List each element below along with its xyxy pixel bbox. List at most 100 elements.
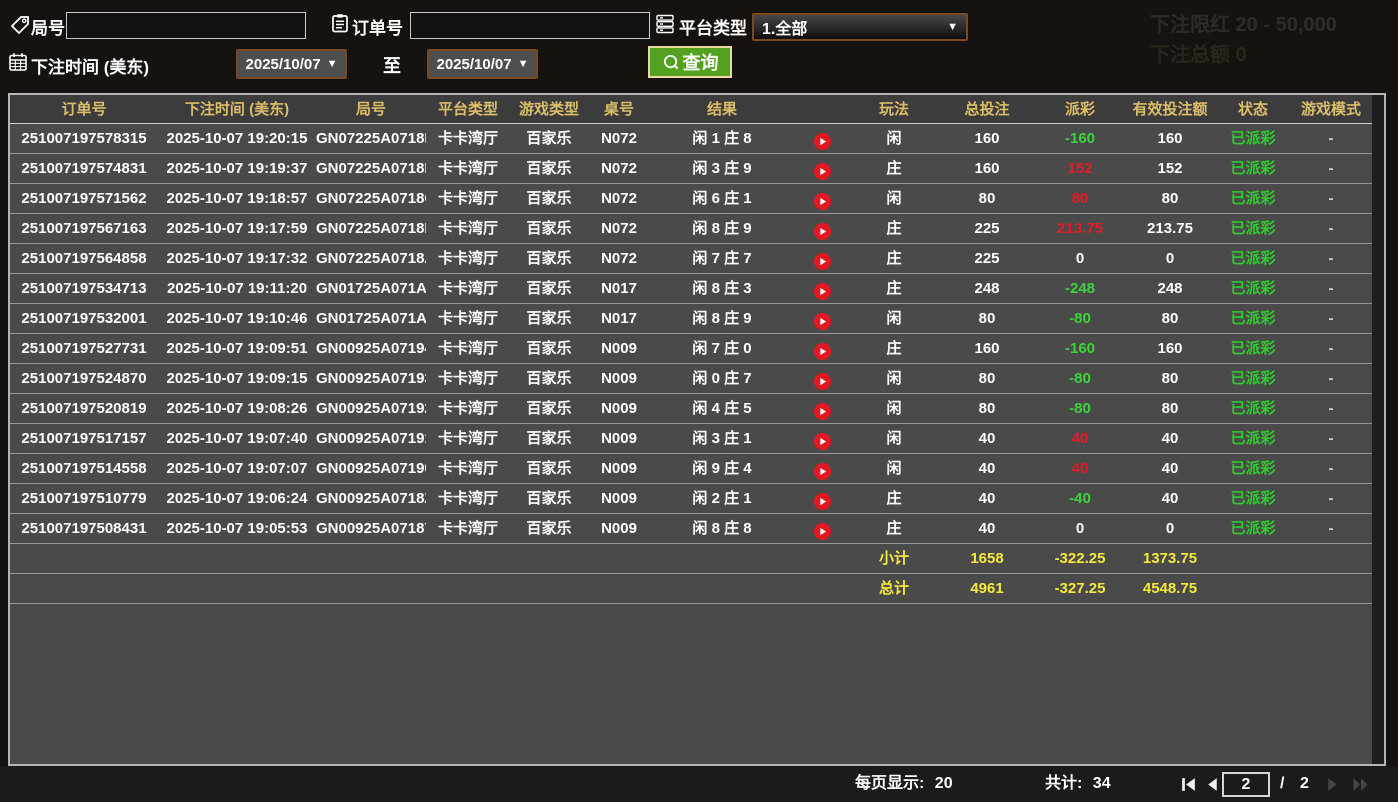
next-page-button[interactable] <box>1324 776 1341 793</box>
replay-icon[interactable] <box>814 371 831 388</box>
replay-cell <box>794 154 850 183</box>
current-page-input[interactable] <box>1222 772 1270 797</box>
round-id-input[interactable] <box>66 12 306 39</box>
order-id-input[interactable] <box>410 12 650 39</box>
bet-time-cell: 2025-10-07 19:07:07 <box>158 454 316 483</box>
table-header-row: 订单号下注时间 (美东)局号平台类型游戏类型桌号结果玩法总投注派彩有效投注额状态… <box>10 95 1372 124</box>
column-header: 派彩 <box>1036 95 1124 124</box>
valid-bet-cell: 40 <box>1124 454 1216 483</box>
platform-cell: 卡卡湾厅 <box>426 214 510 243</box>
replay-cell <box>794 304 850 333</box>
replay-icon[interactable] <box>814 221 831 238</box>
scrollbar-track[interactable] <box>1372 95 1384 764</box>
status-cell: 已派彩 <box>1216 184 1290 213</box>
replay-icon[interactable] <box>814 431 831 448</box>
order-id-cell: 251007197508431 <box>10 514 158 543</box>
replay-icon[interactable] <box>814 461 831 478</box>
platform-type-select[interactable]: 1.全部 ▼ <box>752 13 968 41</box>
game-type-cell: 百家乐 <box>510 244 588 273</box>
first-page-button[interactable] <box>1180 776 1197 793</box>
previous-page-button[interactable] <box>1204 776 1221 793</box>
round-id-cell: GN00925A07192 <box>316 394 426 423</box>
payout-cell: -80 <box>1036 304 1124 333</box>
replay-icon[interactable] <box>814 161 831 178</box>
play-cell: 闲 <box>850 424 938 453</box>
replay-icon[interactable] <box>814 401 831 418</box>
column-header: 游戏模式 <box>1290 95 1372 124</box>
platform-cell: 卡卡湾厅 <box>426 484 510 513</box>
replay-icon[interactable] <box>814 341 831 358</box>
result-cell: 闲 3 庄 1 <box>650 424 794 453</box>
replay-icon[interactable] <box>814 191 831 208</box>
bet-time-cell: 2025-10-07 19:06:24 <box>158 484 316 513</box>
replay-icon[interactable] <box>814 521 831 538</box>
bet-time-cell: 2025-10-07 19:09:15 <box>158 364 316 393</box>
order-id-cell: 251007197510779 <box>10 484 158 513</box>
status-cell: 已派彩 <box>1216 424 1290 453</box>
column-header: 局号 <box>316 95 426 124</box>
date-from-value: 2025/10/07 <box>246 56 321 73</box>
table-no-cell: N072 <box>588 214 650 243</box>
replay-icon[interactable] <box>814 491 831 508</box>
order-history-screen: 下注限红 20 - 50,000 下注总额 0 局号 订单号 平台类型 1.全部… <box>0 0 1398 802</box>
table-no-cell: N072 <box>588 244 650 273</box>
table-row: 2510071975171572025-10-07 19:07:40GN0092… <box>10 424 1372 454</box>
table-row: 2510071975107792025-10-07 19:06:24GN0092… <box>10 484 1372 514</box>
game-type-cell: 百家乐 <box>510 184 588 213</box>
column-header: 有效投注额 <box>1124 95 1216 124</box>
date-to-value: 2025/10/07 <box>437 56 512 73</box>
date-to-picker[interactable]: 2025/10/07 ▼ <box>427 49 538 79</box>
total-bet-cell: 40 <box>938 514 1036 543</box>
replay-cell <box>794 274 850 303</box>
table-no-cell: N009 <box>588 334 650 363</box>
mode-cell: - <box>1290 154 1372 183</box>
payout-cell: 152 <box>1036 154 1124 183</box>
table-no-cell: N017 <box>588 274 650 303</box>
round-id-cell: GN07225A0718B <box>316 214 426 243</box>
total-label: 总计 <box>850 574 938 603</box>
table-row: 2510071975671632025-10-07 19:17:59GN0722… <box>10 214 1372 244</box>
game-type-cell: 百家乐 <box>510 154 588 183</box>
replay-icon[interactable] <box>814 311 831 328</box>
replay-icon[interactable] <box>814 251 831 268</box>
play-cell: 闲 <box>850 124 938 153</box>
round-id-cell: GN00925A0718Z <box>316 484 426 513</box>
platform-cell: 卡卡湾厅 <box>426 154 510 183</box>
payout-cell: 80 <box>1036 184 1124 213</box>
bet-time-cell: 2025-10-07 19:17:32 <box>158 244 316 273</box>
mode-cell: - <box>1290 454 1372 483</box>
payout-cell: 0 <box>1036 514 1124 543</box>
result-cell: 闲 6 庄 1 <box>650 184 794 213</box>
replay-cell <box>794 514 850 543</box>
result-cell: 闲 8 庄 8 <box>650 514 794 543</box>
last-page-button[interactable] <box>1352 776 1369 793</box>
play-cell: 庄 <box>850 514 938 543</box>
valid-bet-cell: 80 <box>1124 304 1216 333</box>
table-row: 2510071975715622025-10-07 19:18:57GN0722… <box>10 184 1372 214</box>
round-id-cell: GN07225A0718D <box>316 154 426 183</box>
search-button[interactable]: 查询 <box>648 46 732 78</box>
payout-cell: -80 <box>1036 394 1124 423</box>
play-cell: 闲 <box>850 304 938 333</box>
total-valid-bet: 4548.75 <box>1124 574 1216 603</box>
table-row: 2510071975320012025-10-07 19:10:46GN0172… <box>10 304 1372 334</box>
valid-bet-cell: 80 <box>1124 394 1216 423</box>
date-from-picker[interactable]: 2025/10/07 ▼ <box>236 49 347 79</box>
table-no-cell: N017 <box>588 304 650 333</box>
mode-cell: - <box>1290 214 1372 243</box>
order-id-cell: 251007197578315 <box>10 124 158 153</box>
total-bet-cell: 248 <box>938 274 1036 303</box>
replay-icon[interactable] <box>814 281 831 298</box>
total-bet-cell: 40 <box>938 484 1036 513</box>
total-bet-cell: 40 <box>938 424 1036 453</box>
subtotal-total-bet: 1658 <box>938 544 1036 573</box>
total-count-label: 共计: <box>1045 775 1082 792</box>
platform-cell: 卡卡湾厅 <box>426 274 510 303</box>
replay-icon[interactable] <box>814 131 831 148</box>
search-button-label: 查询 <box>683 49 719 75</box>
bet-time-label: 下注时间 (美东) <box>31 53 149 78</box>
order-id-cell: 251007197517157 <box>10 424 158 453</box>
platform-type-label: 平台类型 <box>679 14 747 39</box>
table-row: 2510071975277312025-10-07 19:09:51GN0092… <box>10 334 1372 364</box>
column-header: 状态 <box>1216 95 1290 124</box>
